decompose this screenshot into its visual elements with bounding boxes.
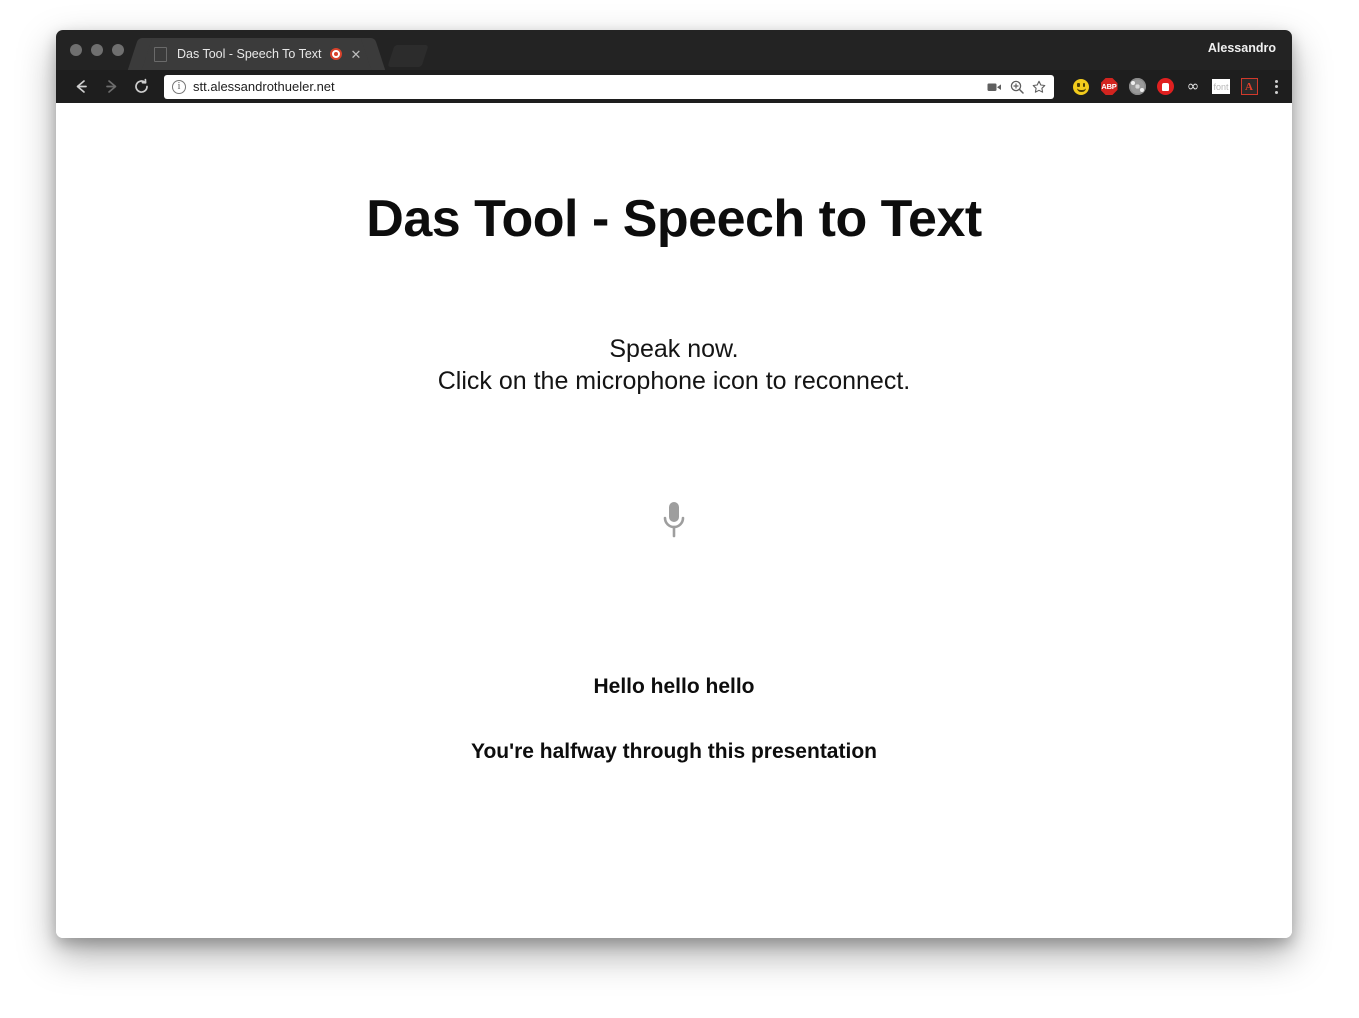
close-window-button[interactable] [70,44,82,56]
title-bar: Das Tool - Speech To Text ✕ Alessandro [56,30,1292,70]
browser-toolbar: i stt.alessandrothueler.net ABP ∞ font A [56,70,1292,103]
tab-close-icon[interactable]: ✕ [351,48,362,61]
transcript-line: You're halfway through this presentation [471,740,877,763]
browser-tab-active[interactable]: Das Tool - Speech To Text ✕ [140,38,374,70]
transcript-output: Hello hello hello You're halfway through… [56,675,1292,764]
maximize-window-button[interactable] [112,44,124,56]
instructions: Speak now. Click on the microphone icon … [56,333,1292,397]
site-info-icon[interactable]: i [172,79,186,94]
tab-favicon-icon [154,46,167,62]
bookmark-star-icon[interactable] [1032,80,1046,94]
reload-button[interactable] [126,74,156,100]
tab-strip: Das Tool - Speech To Text ✕ [140,38,430,70]
forward-button[interactable] [96,74,126,100]
chrome-menu-button[interactable] [1268,78,1284,96]
minimize-window-button[interactable] [91,44,103,56]
new-tab-button[interactable] [387,45,430,67]
url-input[interactable]: stt.alessandrothueler.net [193,79,987,94]
screencast-camera-icon[interactable] [987,81,1002,93]
stop-hand-extension-icon[interactable] [1156,78,1174,96]
omnibox-icons [987,80,1050,94]
address-bar[interactable]: i stt.alessandrothueler.net [164,74,1054,99]
back-button[interactable] [66,74,96,100]
instruction-line-speak-now: Speak now. [609,335,739,363]
instruction-line-reconnect: Click on the microphone icon to reconnec… [437,367,911,395]
recording-dot-icon[interactable] [329,48,342,60]
adblock-plus-extension-icon[interactable]: ABP [1100,78,1118,96]
infinity-extension-icon[interactable]: ∞ [1184,78,1202,96]
transcript-line: Hello hello hello [593,675,755,698]
microphone-button[interactable] [56,495,1292,547]
page-content: Das Tool - Speech to Text Speak now. Cli… [56,189,1292,938]
browser-window: Das Tool - Speech To Text ✕ Alessandro i… [56,30,1292,938]
smiley-extension-icon[interactable] [1072,78,1090,96]
profile-name[interactable]: Alessandro [1208,41,1276,55]
page-title: Das Tool - Speech to Text [366,190,982,248]
zoom-magnifier-icon[interactable] [1010,80,1024,94]
extensions-bar: ABP ∞ font A [1062,78,1284,96]
window-controls[interactable] [70,44,124,56]
acrobat-extension-icon[interactable]: A [1240,78,1258,96]
font-extension-icon[interactable]: font [1212,78,1230,96]
tab-title: Das Tool - Speech To Text [177,47,322,61]
film-reel-extension-icon[interactable] [1128,78,1146,96]
microphone-icon [663,502,685,538]
